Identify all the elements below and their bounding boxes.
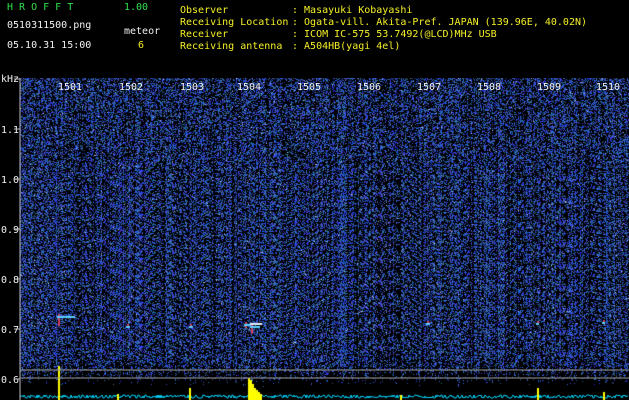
time-label-1502: 1502 (119, 82, 143, 93)
time-label-1505: 1505 (297, 82, 321, 93)
time-label-1509: 1509 (537, 82, 561, 93)
freq-label-0-8: 0.8 (1, 275, 19, 286)
freq-label-0-7: 0.7 (1, 325, 19, 336)
time-label-1501: 1501 (58, 82, 82, 93)
time-label-1507: 1507 (417, 82, 441, 93)
time-label-1506: 1506 (357, 82, 381, 93)
freq-label-0-6: 0.6 (1, 375, 19, 386)
waterfall-axes: kHz 1.1 1.0 0.9 0.8 0.7 0.6 1501 1502 15… (1, 74, 629, 400)
time-label-1503: 1503 (180, 82, 204, 93)
freq-label-0-9: 0.9 (1, 225, 19, 236)
time-label-1504: 1504 (237, 82, 261, 93)
time-label-1510: 1510 (596, 82, 620, 93)
freq-label-1-1: 1.1 (1, 125, 19, 136)
time-label-1508: 1508 (477, 82, 501, 93)
freq-label-1-0: 1.0 (1, 175, 19, 186)
